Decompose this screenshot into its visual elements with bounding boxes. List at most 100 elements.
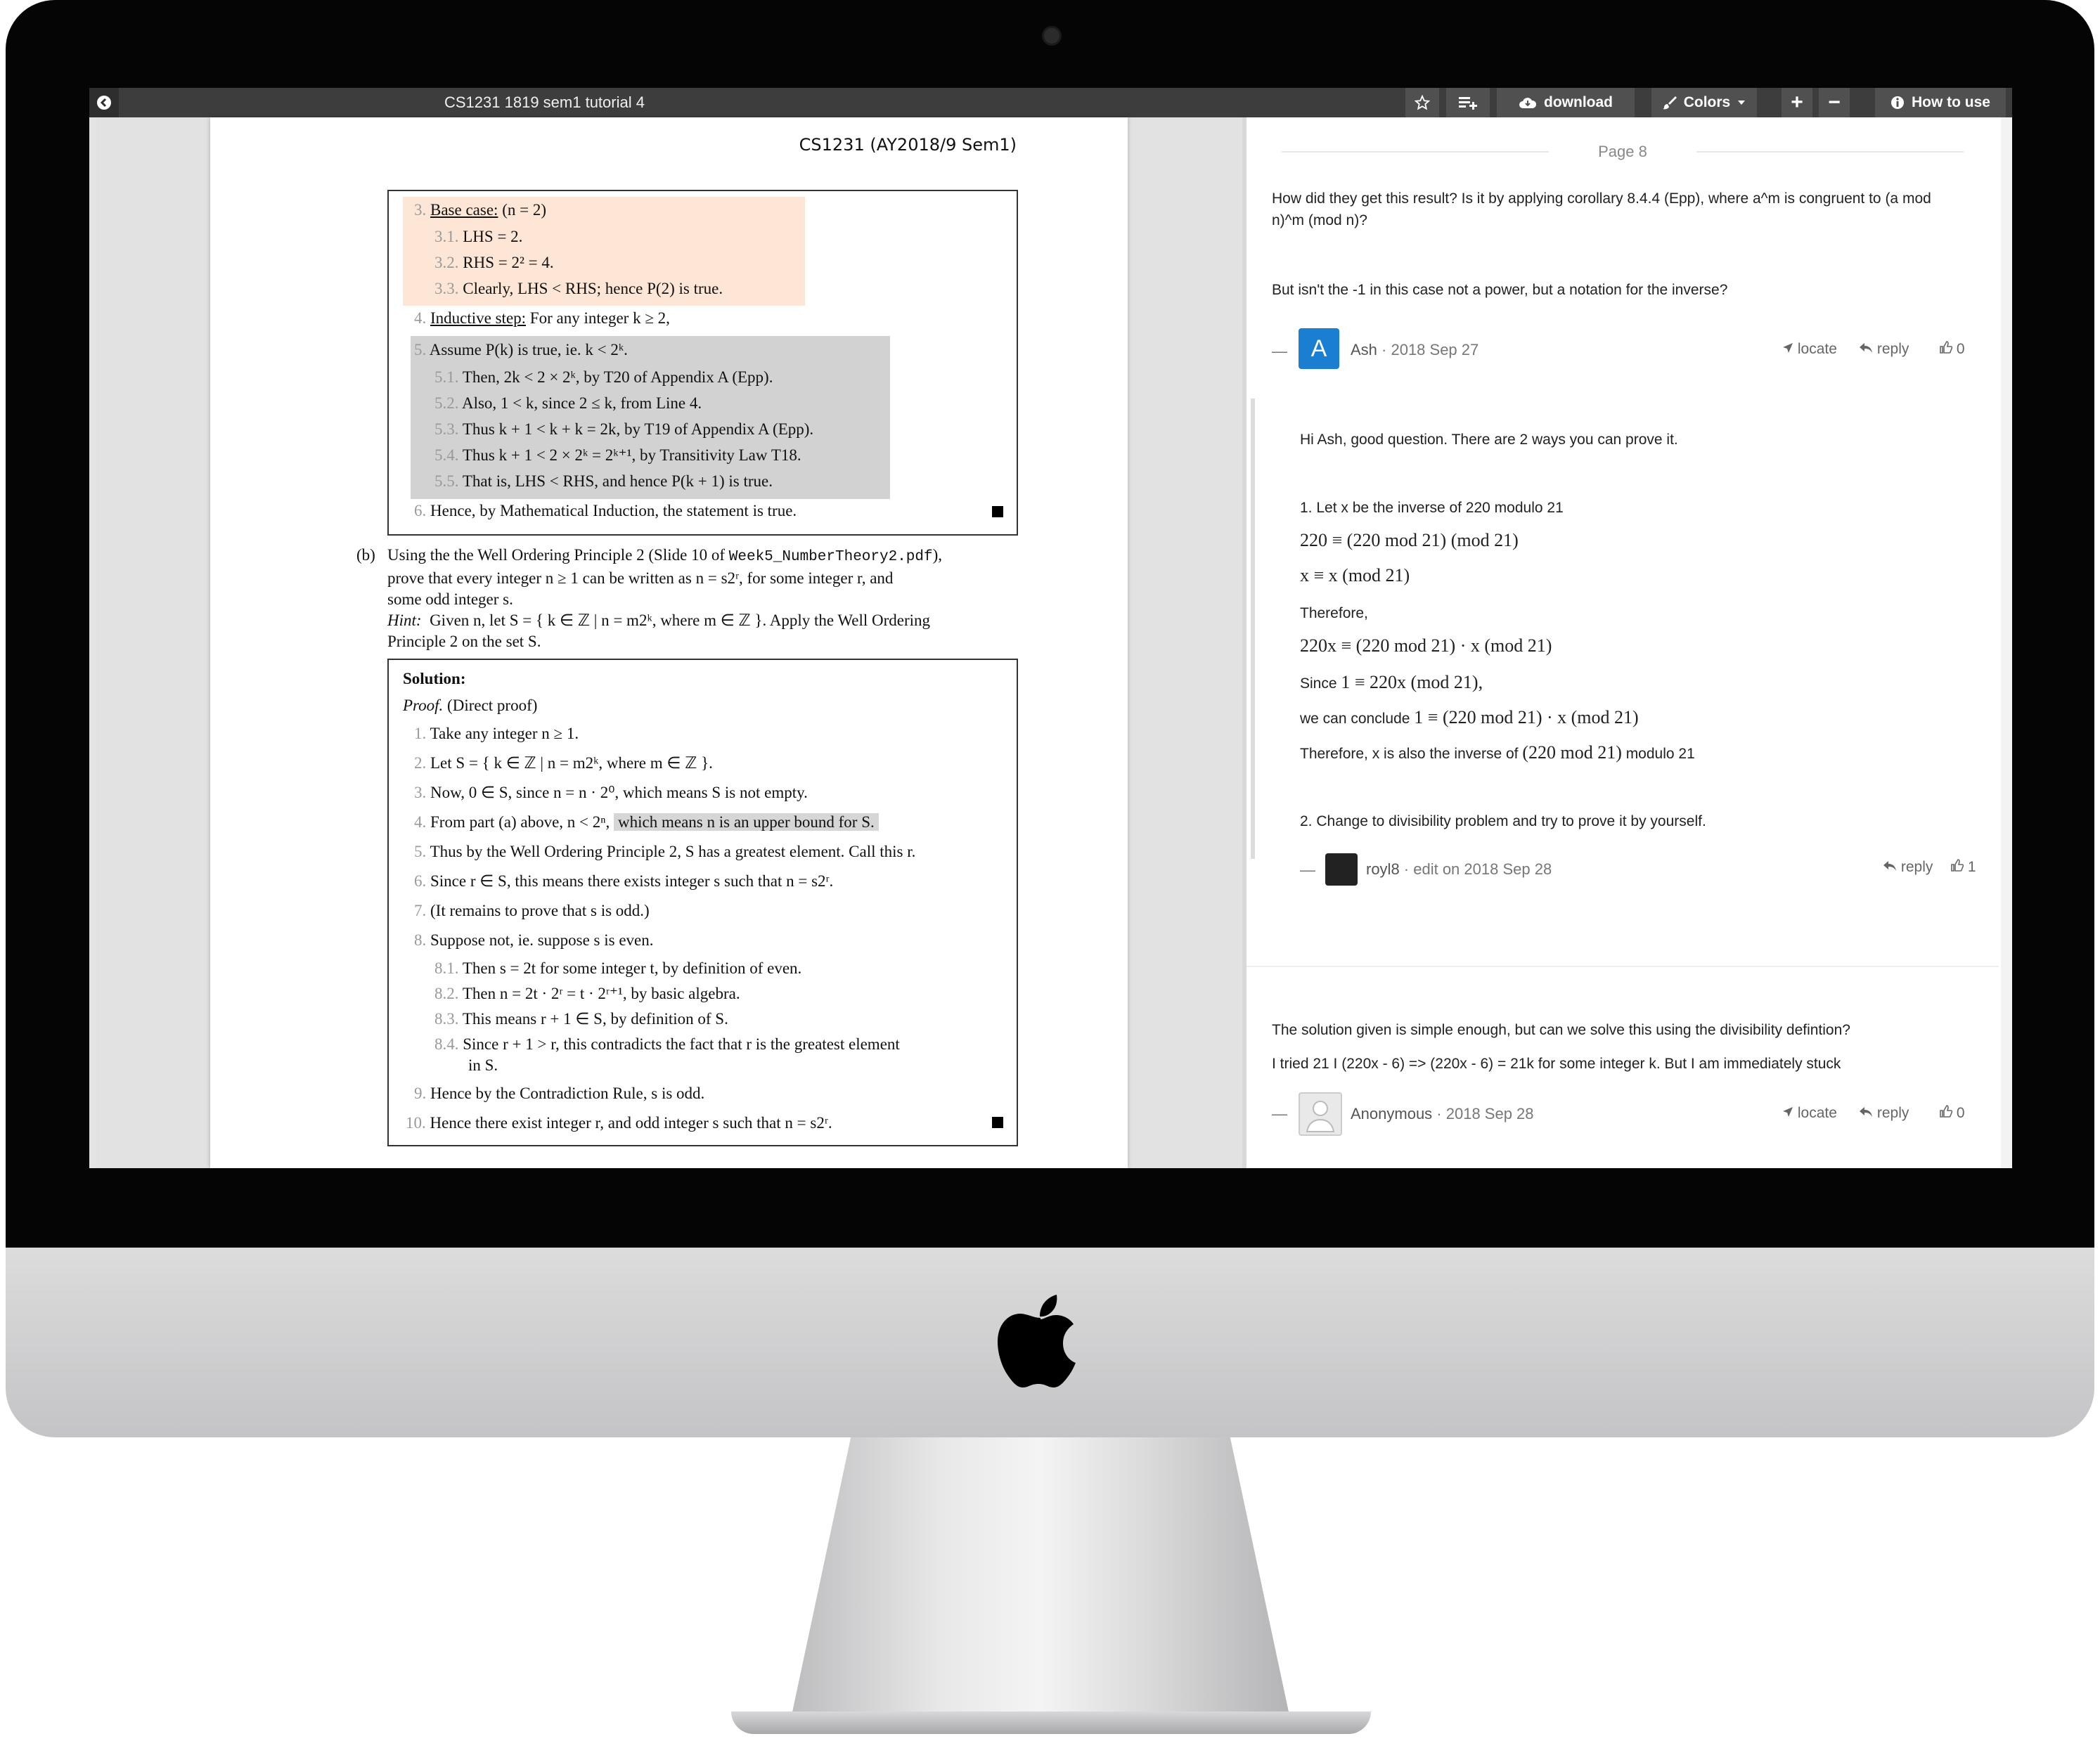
collapse-button[interactable]: — bbox=[1272, 1105, 1287, 1123]
math-expression: (220 mod 21) bbox=[1522, 742, 1622, 763]
proof-line: 3.1. LHS = 2. bbox=[434, 228, 522, 246]
line-text: Thus k + 1 < 2 × 2ᵏ = 2ᵏ⁺¹, by Transitiv… bbox=[462, 446, 801, 464]
part-b-text: ), bbox=[932, 546, 943, 564]
line-number: 3.3. bbox=[434, 280, 459, 297]
author-name[interactable]: royl8 bbox=[1366, 860, 1400, 878]
screen: CS1231 1819 sem1 tutorial 4 download Col… bbox=[89, 88, 2012, 1168]
line-text: (It remains to prove that s is odd.) bbox=[430, 902, 650, 919]
line-label: Base case: bbox=[430, 201, 498, 219]
line-text: Clearly, LHS < RHS; hence P(2) is true. bbox=[463, 280, 723, 297]
proof-line: 6. Hence, by Mathematical Induction, the… bbox=[414, 502, 797, 520]
bookmark-button[interactable] bbox=[1405, 88, 1439, 117]
collapse-button[interactable]: — bbox=[1272, 342, 1287, 361]
add-to-list-button[interactable] bbox=[1446, 88, 1490, 117]
reply-button[interactable]: reply bbox=[1859, 341, 1909, 358]
line-text: Then, 2k < 2 × 2ᵏ, by T20 of Appendix A … bbox=[462, 368, 773, 386]
part-b-line: some odd integer s. bbox=[387, 590, 513, 608]
reply-text: we can conclude bbox=[1300, 711, 1415, 727]
proof-line: 8.2. Then n = 2t · 2ʳ = t · 2ʳ⁺¹, by bas… bbox=[434, 985, 740, 1003]
how-to-use-button[interactable]: How to use bbox=[1875, 88, 2006, 117]
line-text: Assume P(k) is true, ie. k < 2ᵏ. bbox=[429, 341, 628, 358]
reply-text: Since bbox=[1300, 675, 1341, 692]
hint-line: Hint: Given n, let S = { k ∈ ℤ | n = m2ᵏ… bbox=[387, 610, 1017, 631]
camera-icon bbox=[1042, 26, 1062, 46]
proof-type: (Direct proof) bbox=[443, 697, 538, 714]
author-name[interactable]: Anonymous bbox=[1351, 1105, 1432, 1122]
proof-line: 2. Let S = { k ∈ ℤ | n = m2ᵏ, where m ∈ … bbox=[414, 754, 713, 772]
collapse-button[interactable]: — bbox=[1300, 861, 1315, 879]
download-button[interactable]: download bbox=[1497, 88, 1635, 117]
proof-box-part-a: 3. Base case: (n = 2) 3.1. LHS = 2. 3.2.… bbox=[387, 190, 1018, 536]
hint-line: Principle 2 on the set S. bbox=[387, 633, 541, 650]
pdf-viewer[interactable]: CS1231 (AY2018/9 Sem1) 3. Base case: (n … bbox=[96, 117, 1242, 1168]
comment-text: The solution given is simple enough, but… bbox=[1272, 1022, 1850, 1038]
proof-line: 5.5. That is, LHS < RHS, and hence P(k +… bbox=[434, 472, 773, 491]
part-b-question: Using the the Well Ordering Principle 2 … bbox=[387, 545, 1017, 652]
proof-line: 4. From part (a) above, n < 2ⁿ, which me… bbox=[414, 813, 879, 831]
line-number: 6. bbox=[414, 872, 427, 890]
star-icon bbox=[1415, 95, 1430, 110]
thumbs-up-icon bbox=[1940, 341, 1953, 354]
line-text: For any integer k ≥ 2, bbox=[526, 309, 670, 327]
reply-line: Therefore, x is also the inverse of (220… bbox=[1300, 742, 1695, 765]
zoom-out-button[interactable]: − bbox=[1819, 88, 1850, 117]
locate-button[interactable]: locate bbox=[1782, 341, 1837, 358]
line-text: Thus k + 1 < k + k = 2k, by T19 of Appen… bbox=[462, 420, 814, 438]
avatar[interactable] bbox=[1325, 853, 1358, 886]
brush-icon bbox=[1662, 96, 1677, 110]
line-number: 5. bbox=[414, 341, 427, 358]
comment-text: But isn't the -1 in this case not a powe… bbox=[1272, 282, 1728, 298]
highlight-upper-bound[interactable]: which means n is an upper bound for S. bbox=[614, 813, 879, 831]
line-text: LHS = 2. bbox=[463, 228, 523, 245]
back-button[interactable] bbox=[89, 88, 119, 117]
download-label: download bbox=[1544, 94, 1613, 110]
comment-text: I tried 21 I (220x - 6) => (220x - 6) = … bbox=[1272, 1056, 1841, 1072]
like-button[interactable]: 0 bbox=[1940, 341, 1965, 358]
reply-button[interactable]: reply bbox=[1859, 1105, 1909, 1122]
line-text: Now, 0 ∈ S, since n = n · 2⁰, which mean… bbox=[430, 784, 808, 801]
author-name[interactable]: Ash bbox=[1351, 341, 1377, 358]
line-number: 5. bbox=[414, 843, 427, 860]
monitor-stand-base bbox=[731, 1711, 1371, 1734]
page-label: Page 8 bbox=[1598, 143, 1647, 160]
location-arrow-icon bbox=[1783, 1107, 1793, 1117]
proof-line: 3.2. RHS = 2² = 4. bbox=[434, 254, 554, 272]
reply-label: reply bbox=[1900, 859, 1933, 875]
part-b-label: (b) bbox=[356, 546, 375, 564]
line-text: in S. bbox=[468, 1056, 498, 1074]
avatar[interactable] bbox=[1299, 1092, 1342, 1136]
locate-button[interactable]: locate bbox=[1782, 1105, 1837, 1122]
how-to-use-label: How to use bbox=[1911, 94, 1990, 110]
zoom-in-button[interactable]: + bbox=[1782, 88, 1812, 117]
proof-line: 5. Assume P(k) is true, ie. k < 2ᵏ. bbox=[414, 341, 628, 359]
line-number: 3.1. bbox=[434, 228, 459, 245]
like-count: 0 bbox=[1956, 1105, 1965, 1121]
math-expression: 1 ≡ (220 mod 21) · x (mod 21) bbox=[1414, 707, 1639, 727]
line-text: Hence, by Mathematical Induction, the st… bbox=[430, 502, 797, 519]
proof-line: 8.1. Then s = 2t for some integer t, by … bbox=[434, 959, 801, 978]
apple-logo-icon bbox=[998, 1295, 1076, 1387]
colors-label: Colors bbox=[1683, 94, 1731, 110]
avatar[interactable]: A bbox=[1299, 328, 1339, 369]
proof-line: 9. Hence by the Contradiction Rule, s is… bbox=[414, 1085, 704, 1103]
info-icon bbox=[1890, 96, 1904, 109]
line-number: 4. bbox=[414, 813, 427, 831]
line-text: Also, 1 < k, since 2 ≤ k, from Line 4. bbox=[461, 394, 702, 412]
reply-text: Hi Ash, good question. There are 2 ways … bbox=[1300, 432, 1678, 448]
reply-button[interactable]: reply bbox=[1883, 859, 1933, 876]
line-number: 8.4. bbox=[434, 1035, 459, 1053]
reply-icon bbox=[1883, 861, 1896, 871]
line-number: 5.5. bbox=[434, 472, 459, 490]
reply-icon bbox=[1860, 343, 1872, 353]
like-button[interactable]: 1 bbox=[1951, 859, 1976, 876]
line-text: RHS = 2² = 4. bbox=[463, 254, 554, 271]
line-number: 8.2. bbox=[434, 985, 459, 1002]
colors-dropdown[interactable]: Colors bbox=[1651, 88, 1757, 117]
proof-line: 8.4. Since r + 1 > r, this contradicts t… bbox=[434, 1035, 900, 1054]
like-button[interactable]: 0 bbox=[1940, 1105, 1965, 1122]
line-number: 6. bbox=[414, 502, 427, 519]
user-silhouette-icon bbox=[1306, 1101, 1335, 1132]
reply-text: 2. Change to divisibility problem and tr… bbox=[1300, 813, 1706, 829]
hint-label: Hint: bbox=[387, 611, 422, 629]
scrollbar[interactable] bbox=[2001, 117, 2012, 1168]
